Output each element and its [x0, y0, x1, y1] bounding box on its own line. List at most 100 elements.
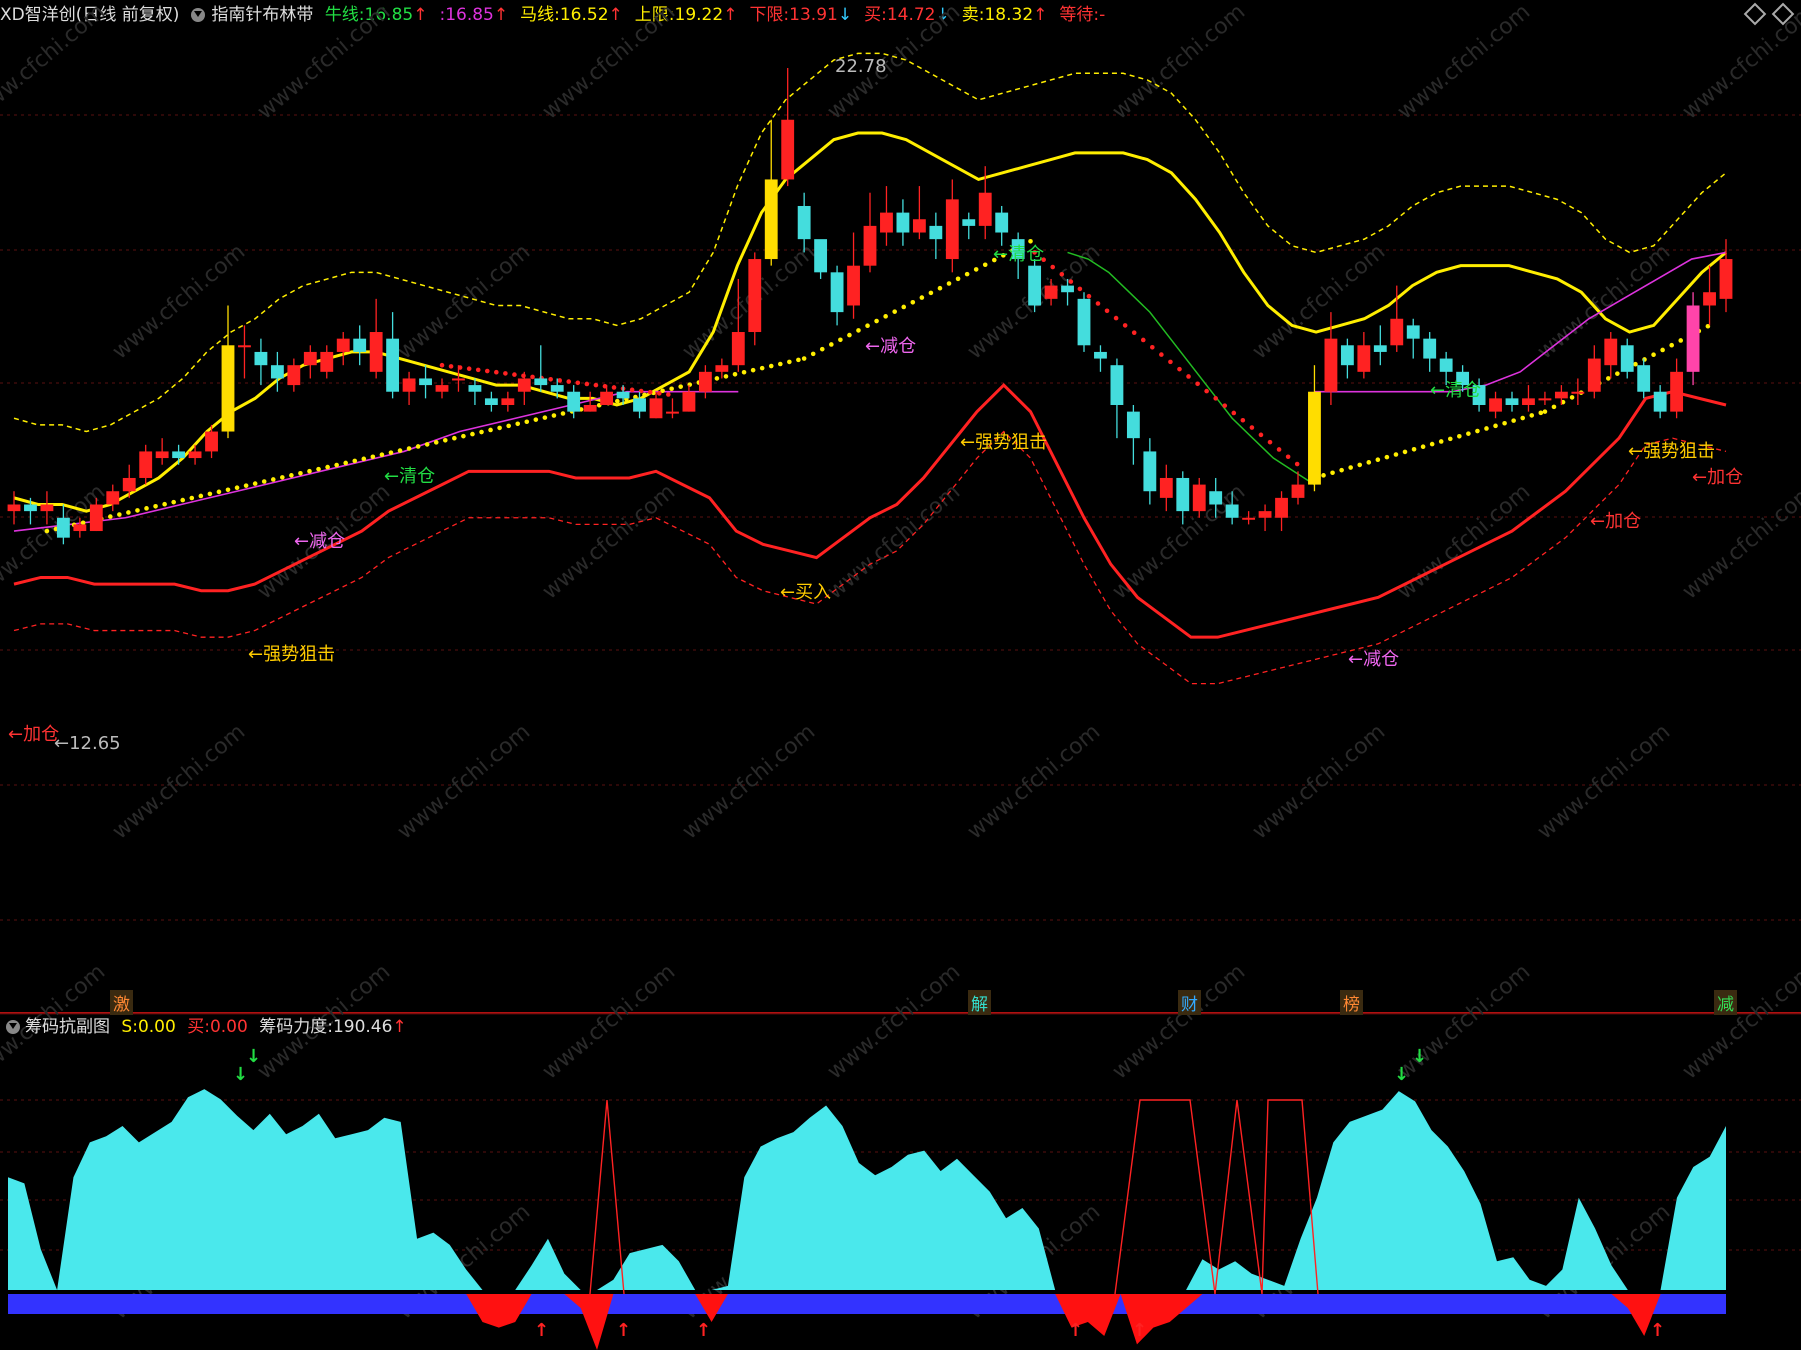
candle-body: [797, 205, 811, 240]
resistance-dot: [1285, 454, 1291, 460]
candle-body: [1587, 358, 1601, 392]
signal-label: ←加仓: [1590, 511, 1642, 532]
resistance-dot: [548, 376, 553, 382]
support-dot: [352, 458, 358, 464]
resistance-dot: [656, 391, 662, 396]
date-event-tag[interactable]: 减: [1714, 990, 1737, 1015]
support-dot: [1633, 361, 1638, 367]
candle-body: [1192, 484, 1206, 512]
resistance-dot: [1231, 410, 1237, 416]
candle-body: [1308, 391, 1321, 485]
support-dot: [207, 491, 213, 497]
watermark-text: www.cfchi.com: [538, 0, 680, 125]
candle-body: [1242, 517, 1256, 520]
sell-arrow-icon: ↓: [1394, 1064, 1410, 1085]
support-dot: [1615, 371, 1620, 376]
candle-body: [320, 351, 334, 372]
candle-body: [1077, 298, 1091, 346]
candle-body: [386, 338, 400, 392]
candle-body: [270, 365, 284, 379]
resistance-dot: [1267, 439, 1273, 445]
support-dot: [1678, 338, 1684, 343]
support-dot: [1330, 470, 1335, 476]
buy-arrow-icon: ↑: [1650, 1320, 1666, 1341]
candle-body: [616, 391, 630, 399]
support-dot: [270, 477, 276, 482]
candle-body: [1522, 398, 1535, 405]
candle-body: [715, 365, 729, 372]
candle-body: [205, 431, 218, 452]
candle-body: [1637, 365, 1651, 392]
support-dot: [1393, 452, 1399, 457]
support-dot: [533, 417, 539, 422]
resistance-dot: [566, 379, 572, 384]
resistance-dot: [1113, 315, 1119, 321]
candle-body: [781, 119, 795, 180]
resistance-dot: [1258, 432, 1264, 438]
watermark-text: www.cfchi.com: [963, 719, 1105, 844]
support-dot: [153, 503, 158, 509]
support-dot: [642, 392, 647, 398]
upper-band: [13, 131, 1727, 513]
support-dot: [1529, 413, 1535, 418]
sub-indicator-name[interactable]: 筹码抗副图: [25, 1017, 110, 1037]
candle-body: [303, 351, 317, 366]
candle-body: [1126, 411, 1140, 439]
support-dot: [1366, 460, 1372, 465]
candle-body: [534, 378, 548, 386]
resistance-dot: [512, 372, 517, 377]
support-dot: [280, 475, 285, 480]
buy-value: 0.00: [209, 1017, 248, 1037]
support-dot: [1357, 462, 1363, 468]
resistance-dot: [1249, 425, 1255, 430]
support-dot: [343, 460, 349, 466]
support-dot: [1420, 444, 1426, 449]
candle-body: [814, 239, 828, 273]
support-dot: [144, 506, 149, 511]
date-event-tag[interactable]: 解: [968, 990, 991, 1015]
support-dot: [777, 361, 783, 367]
watermark-text: www.cfchi.com: [1678, 479, 1801, 604]
support-dot: [44, 528, 50, 534]
sub-indicator-dropdown-icon[interactable]: [6, 1020, 20, 1034]
support-dot: [1484, 426, 1489, 431]
resistance-dot: [629, 387, 635, 393]
candle-body: [863, 225, 877, 266]
candle-body: [517, 378, 531, 392]
support-dot: [189, 495, 195, 501]
buy-label: 买:: [187, 1017, 210, 1037]
watermark-text: www.cfchi.com: [1678, 0, 1801, 125]
sell-arrow-icon: ↓: [233, 1064, 249, 1085]
support-dot: [892, 309, 897, 314]
candle-body: [106, 491, 120, 505]
signal-label: ←强势狙击: [960, 432, 1048, 453]
buy-arrow-icon: ↑: [696, 1320, 712, 1341]
date-event-tag[interactable]: 榜: [1340, 990, 1363, 1015]
support-dot: [261, 479, 267, 484]
candle-body: [1571, 391, 1585, 394]
candle-body: [501, 398, 515, 405]
support-dot: [955, 276, 961, 282]
resistance-dot: [1122, 323, 1128, 328]
candle-body: [353, 338, 367, 352]
resistance-dot: [503, 371, 508, 376]
support-dot: [865, 323, 870, 329]
signal-label: ←清仓: [384, 466, 436, 487]
candle-body: [1324, 338, 1338, 392]
support-dot: [1538, 410, 1544, 416]
support-dot: [1520, 415, 1525, 421]
signal-label: ←清仓: [1430, 380, 1482, 401]
resistance-dot: [593, 382, 599, 388]
date-event-tag[interactable]: 财: [1178, 990, 1201, 1015]
candle-body: [1373, 345, 1387, 352]
resistance-dot: [1177, 366, 1182, 372]
candle-body: [1439, 358, 1453, 372]
support-dot: [307, 468, 312, 474]
date-event-tag[interactable]: 激: [110, 990, 133, 1015]
watermark-text: www.cfchi.com: [1108, 959, 1250, 1084]
candle-body: [1670, 371, 1684, 412]
resistance-dot: [494, 369, 499, 375]
support-dot: [1411, 446, 1417, 452]
watermark-text: www.cfchi.com: [393, 719, 535, 844]
support-dot: [135, 508, 140, 513]
